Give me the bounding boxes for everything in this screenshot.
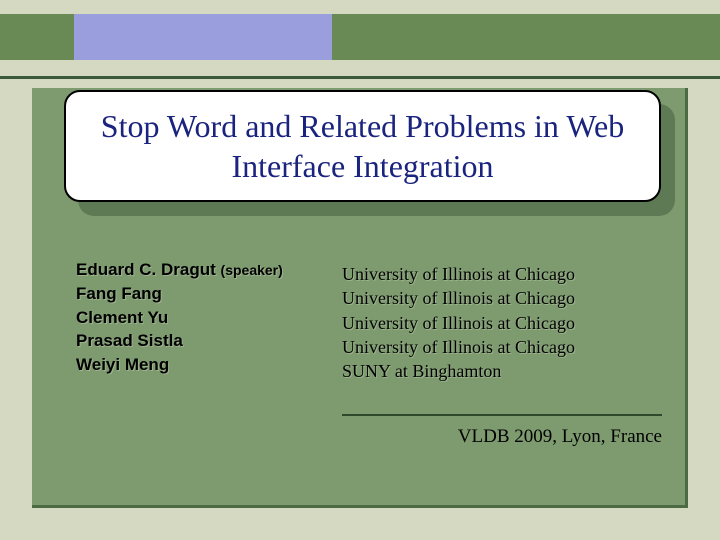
band-segment-green-left [0,14,74,60]
affiliation-line-2: University of Illinois at Chicago [342,286,672,310]
affiliations-block: University of Illinois at Chicago Univer… [342,262,672,383]
affiliation-line-4: University of Illinois at Chicago [342,335,672,359]
venue-divider [342,414,662,416]
author-line-1: Eduard C. Dragut (speaker) [76,258,316,282]
top-divider-line [0,76,720,79]
affiliation-line-1: University of Illinois at Chicago [342,262,672,286]
author-line-4: Prasad Sistla [76,329,316,353]
band-segment-green-right [332,14,720,60]
top-decorative-band [0,14,720,60]
author-name-1: Eduard C. Dragut [76,260,216,279]
author-role-1: (speaker) [221,262,283,278]
slide: Stop Word and Related Problems in Web In… [0,0,720,540]
author-line-3: Clement Yu [76,306,316,330]
venue-text: VLDB 2009, Lyon, France [342,426,662,448]
author-line-2: Fang Fang [76,282,316,306]
author-line-5: Weiyi Meng [76,353,316,377]
band-segment-purple [74,14,332,60]
authors-block: Eduard C. Dragut (speaker) Fang Fang Cle… [76,258,316,377]
slide-title: Stop Word and Related Problems in Web In… [84,106,641,186]
affiliation-line-3: University of Illinois at Chicago [342,311,672,335]
title-box: Stop Word and Related Problems in Web In… [64,90,661,202]
affiliation-line-5: SUNY at Binghamton [342,359,672,383]
